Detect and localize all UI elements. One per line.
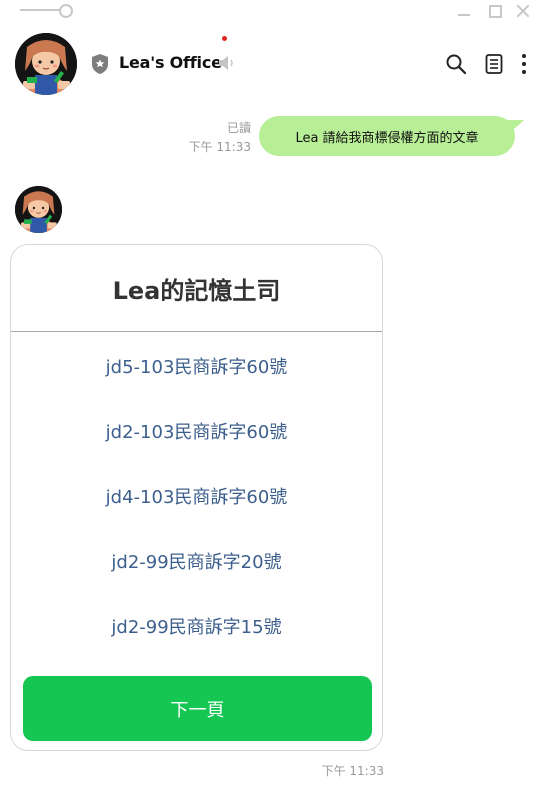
card-link-1[interactable]: jd5-103民商訴字60號	[11, 346, 382, 386]
card-divider	[11, 331, 382, 332]
chat-title[interactable]: Lea's Office	[119, 53, 222, 72]
sent-timestamp: 下午 11:33	[188, 140, 251, 154]
flex-message-card: Lea的記憶土司 jd5-103民商訴字60號 jd2-103民商訴字60號 j…	[10, 244, 383, 751]
next-page-button[interactable]: 下一頁	[23, 676, 372, 741]
minimize-icon[interactable]	[455, 2, 473, 20]
card-link-4[interactable]: jd2-99民商訴字20號	[11, 541, 382, 581]
window-slider[interactable]	[20, 4, 73, 18]
maximize-icon[interactable]	[486, 2, 504, 20]
read-receipt: 已讀	[226, 121, 251, 135]
chat-avatar[interactable]	[15, 33, 77, 95]
card-title: Lea的記憶土司	[112, 276, 281, 305]
received-timestamp: 下午 11:33	[321, 764, 384, 778]
card-link-5[interactable]: jd2-99民商訴字15號	[11, 606, 382, 646]
card-link-3[interactable]: jd4-103民商訴字60號	[11, 476, 382, 516]
notification-dot	[222, 36, 227, 41]
shield-icon	[90, 53, 110, 75]
notes-icon[interactable]	[483, 53, 505, 75]
sent-message-bubble[interactable]: Lea 請給我商標侵權方面的文章	[259, 116, 515, 156]
sender-avatar[interactable]	[15, 186, 62, 233]
mute-icon	[218, 55, 236, 71]
more-icon[interactable]	[516, 53, 532, 75]
close-icon[interactable]	[514, 2, 532, 20]
card-link-2[interactable]: jd2-103民商訴字60號	[11, 411, 382, 451]
search-icon[interactable]	[445, 53, 467, 75]
